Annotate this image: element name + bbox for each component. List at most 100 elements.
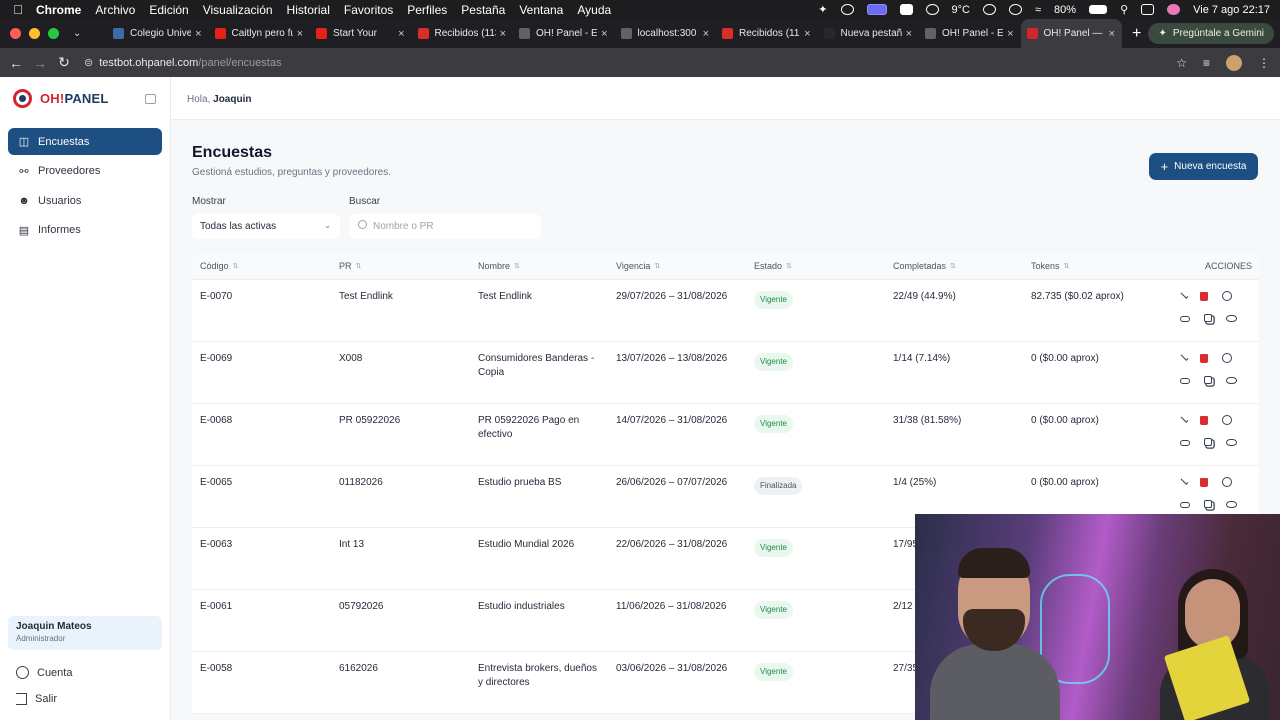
- col-nombre[interactable]: Nombre ⇅: [478, 261, 520, 271]
- help-icon[interactable]: [1222, 353, 1232, 363]
- back-arrow-icon[interactable]: ←: [4, 55, 28, 71]
- menu-visualizacion[interactable]: Visualización: [203, 3, 273, 17]
- minimize-window-button[interactable]: [29, 28, 40, 39]
- view-icon[interactable]: [1226, 501, 1237, 508]
- apple-icon[interactable]: : [0, 2, 36, 17]
- new-survey-button[interactable]: + Nueva encuesta: [1149, 153, 1258, 180]
- edit-icon[interactable]: [1180, 291, 1189, 299]
- view-icon[interactable]: [1226, 439, 1237, 446]
- menu-historial[interactable]: Historial: [287, 3, 330, 17]
- logout-link[interactable]: Salir: [16, 693, 57, 705]
- delete-icon[interactable]: [1200, 292, 1208, 301]
- view-icon[interactable]: [1226, 315, 1237, 322]
- tab-4[interactable]: OH! Panel - En ×: [513, 19, 615, 48]
- battery-icon[interactable]: [1089, 5, 1108, 14]
- help-icon[interactable]: [1222, 415, 1232, 425]
- gemini-button[interactable]: ✦ Pregúntale a Gemini: [1148, 23, 1274, 44]
- menu-favoritos[interactable]: Favoritos: [344, 3, 393, 17]
- tab-search-chevron-icon[interactable]: ⌄: [73, 28, 107, 39]
- delete-icon[interactable]: [1200, 354, 1208, 363]
- link-icon[interactable]: [1180, 502, 1190, 508]
- edit-icon[interactable]: [1180, 415, 1189, 423]
- shield-icon[interactable]: [899, 4, 913, 15]
- tab-1[interactable]: Caitlyn pero fu ×: [209, 19, 311, 48]
- menu-edicion[interactable]: Edición: [149, 3, 188, 17]
- table-row[interactable]: E-0070 Test Endlink Test Endlink 29/07/2026…: [192, 280, 1259, 342]
- col-completadas[interactable]: Completadas ⇅: [893, 261, 956, 271]
- user-card[interactable]: Joaquin Mateos Administrador: [8, 616, 162, 650]
- site-info-icon[interactable]: ⊜: [84, 56, 93, 69]
- col-codigo[interactable]: Código ⇅: [200, 261, 238, 271]
- siri-icon[interactable]: [1167, 4, 1181, 15]
- close-tab-icon[interactable]: ×: [1007, 28, 1013, 40]
- close-tab-icon[interactable]: ×: [906, 28, 912, 40]
- close-tab-icon[interactable]: ×: [195, 28, 201, 40]
- brand-logo[interactable]: OH!PANEL: [13, 89, 109, 108]
- menu-ayuda[interactable]: Ayuda: [577, 3, 611, 17]
- sidebar-item-encuestas[interactable]: ◫ Encuestas: [8, 128, 162, 155]
- forward-arrow-icon[interactable]: →: [28, 55, 52, 71]
- help-icon[interactable]: [1222, 477, 1232, 487]
- close-tab-icon[interactable]: ×: [500, 28, 506, 40]
- menu-pestana[interactable]: Pestaña: [461, 3, 505, 17]
- tab-8[interactable]: OH! Panel - En ×: [919, 19, 1021, 48]
- reading-list-icon[interactable]: ≡: [1203, 56, 1210, 70]
- close-tab-icon[interactable]: ×: [601, 28, 607, 40]
- copy-icon[interactable]: [1204, 500, 1212, 508]
- search-input[interactable]: [373, 221, 523, 232]
- weather-temp[interactable]: 9°C: [952, 4, 970, 16]
- col-pr[interactable]: PR ⇅: [339, 261, 361, 271]
- sidebar-collapse-icon[interactable]: [145, 94, 156, 104]
- profile-avatar[interactable]: [1226, 54, 1242, 71]
- table-row[interactable]: E-0068 PR 05922026 PR 05922026 Pago en efe…: [192, 404, 1259, 466]
- account-link[interactable]: Cuenta: [16, 666, 72, 679]
- tab-3[interactable]: Recibidos (113 ×: [412, 19, 514, 48]
- close-tab-icon[interactable]: ×: [1109, 28, 1115, 40]
- close-tab-icon[interactable]: ×: [297, 28, 303, 40]
- delete-icon[interactable]: [1200, 416, 1208, 425]
- close-tab-icon[interactable]: ×: [398, 28, 404, 40]
- table-row[interactable]: E-0069 X008 Consumidores Banderas - Copia 1…: [192, 342, 1259, 404]
- chrome-menu-icon[interactable]: ⋮: [1258, 56, 1270, 70]
- edit-icon[interactable]: [1180, 477, 1189, 485]
- close-tab-icon[interactable]: ×: [703, 28, 709, 40]
- tab-2[interactable]: Start Your ×: [310, 19, 412, 48]
- tab-7[interactable]: Nueva pestaña ×: [818, 19, 920, 48]
- new-tab-button[interactable]: +: [1132, 25, 1141, 43]
- tab-5[interactable]: localhost:300 ×: [615, 19, 717, 48]
- menu-perfiles[interactable]: Perfiles: [407, 3, 447, 17]
- delete-icon[interactable]: [1200, 478, 1208, 487]
- view-icon[interactable]: [1226, 377, 1237, 384]
- search-icon[interactable]: ⚲: [1120, 3, 1128, 16]
- link-icon[interactable]: [1180, 378, 1190, 384]
- reload-icon[interactable]: ↻: [52, 54, 76, 71]
- copy-icon[interactable]: [1204, 376, 1212, 384]
- col-estado[interactable]: Estado ⇅: [754, 261, 792, 271]
- copy-icon[interactable]: [1204, 314, 1212, 322]
- address-bar[interactable]: ⊜ testbot.ohpanel.com/panel/encuestas: [84, 52, 1184, 74]
- menu-app-name[interactable]: Chrome: [36, 3, 81, 17]
- maximize-window-button[interactable]: [48, 28, 59, 39]
- menu-archivo[interactable]: Archivo: [95, 3, 135, 17]
- sidebar-item-informes[interactable]: ▤ Informes: [8, 217, 162, 244]
- sidebar-item-proveedores[interactable]: ⚯ Proveedores: [8, 158, 162, 185]
- filter-select[interactable]: Todas las activas ⌄: [192, 214, 340, 239]
- sparkle-icon[interactable]: ✦: [818, 3, 827, 16]
- battery-percent[interactable]: 80%: [1054, 4, 1076, 16]
- link-icon[interactable]: [1180, 440, 1190, 446]
- clock[interactable]: Vie 7 ago 22:17: [1193, 4, 1270, 16]
- col-tokens[interactable]: Tokens ⇅: [1031, 261, 1069, 271]
- screen-share-icon[interactable]: [866, 4, 887, 15]
- record-icon[interactable]: [1008, 4, 1022, 15]
- sidebar-item-usuarios[interactable]: ☻ Usuarios: [8, 187, 162, 214]
- edit-icon[interactable]: [1180, 353, 1189, 361]
- tab-0[interactable]: Colegio Univer ×: [107, 19, 209, 48]
- play-icon[interactable]: [982, 4, 996, 15]
- control-center-icon[interactable]: [1141, 4, 1155, 15]
- bookmark-star-icon[interactable]: ☆: [1176, 56, 1187, 70]
- close-window-button[interactable]: [10, 28, 21, 39]
- help-icon[interactable]: [1222, 291, 1232, 301]
- tab-6[interactable]: Recibidos (113 ×: [716, 19, 818, 48]
- tab-9[interactable]: OH! Panel — E ×: [1020, 19, 1122, 48]
- wifi-icon[interactable]: ≈: [1035, 4, 1041, 16]
